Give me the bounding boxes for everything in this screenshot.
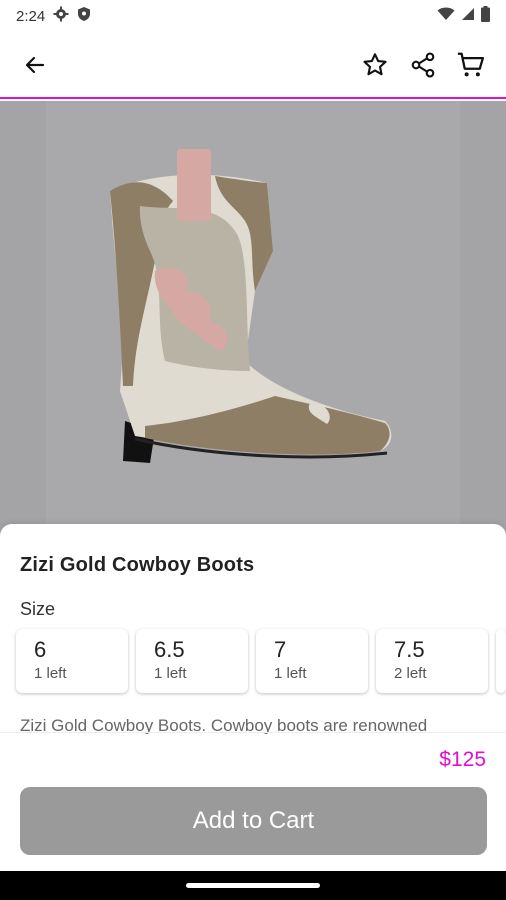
product-title: Zizi Gold Cowboy Boots — [20, 554, 255, 576]
system-nav-bar — [0, 871, 506, 900]
back-arrow-icon[interactable] — [16, 46, 54, 84]
size-option-partial[interactable] — [496, 629, 506, 693]
wifi-icon — [437, 7, 455, 26]
size-value: 7 — [274, 637, 287, 662]
size-option-6[interactable]: 6 1 left — [16, 629, 128, 693]
size-option-7-5[interactable]: 7.5 2 left — [376, 629, 488, 693]
add-to-cart-button[interactable]: Add to Cart — [20, 787, 487, 855]
status-bar: 2:24 — [0, 0, 506, 32]
size-value: 6 — [34, 637, 47, 662]
size-label: Size — [20, 599, 56, 619]
size-option-6-5[interactable]: 6.5 1 left — [136, 629, 248, 693]
app-bar — [0, 32, 506, 99]
signal-icon — [461, 7, 475, 26]
size-option-7[interactable]: 7 1 left — [256, 629, 368, 693]
product-image-area — [0, 101, 506, 541]
product-image — [110, 149, 392, 463]
size-stock: 1 left — [274, 665, 307, 682]
home-gesture-handle[interactable] — [186, 883, 320, 888]
product-price: $125 — [439, 748, 486, 771]
star-icon[interactable] — [356, 46, 394, 84]
size-value: 6.5 — [154, 637, 185, 662]
gear-icon — [53, 6, 69, 27]
size-stock: 1 left — [34, 665, 67, 682]
size-stock: 2 left — [394, 665, 427, 682]
size-value: 7.5 — [394, 637, 425, 662]
product-details-sheet: Zizi Gold Cowboy Boots Size 6 1 left 6.5… — [0, 524, 506, 871]
divider — [0, 732, 506, 733]
size-stock: 1 left — [154, 665, 187, 682]
status-time: 2:24 — [16, 7, 46, 25]
battery-icon — [481, 5, 490, 27]
size-options: 6 1 left 6.5 1 left 7 1 left 7.5 2 left — [16, 629, 506, 693]
share-icon[interactable] — [404, 46, 442, 84]
cart-icon[interactable] — [452, 46, 490, 84]
shield-icon — [77, 6, 91, 27]
